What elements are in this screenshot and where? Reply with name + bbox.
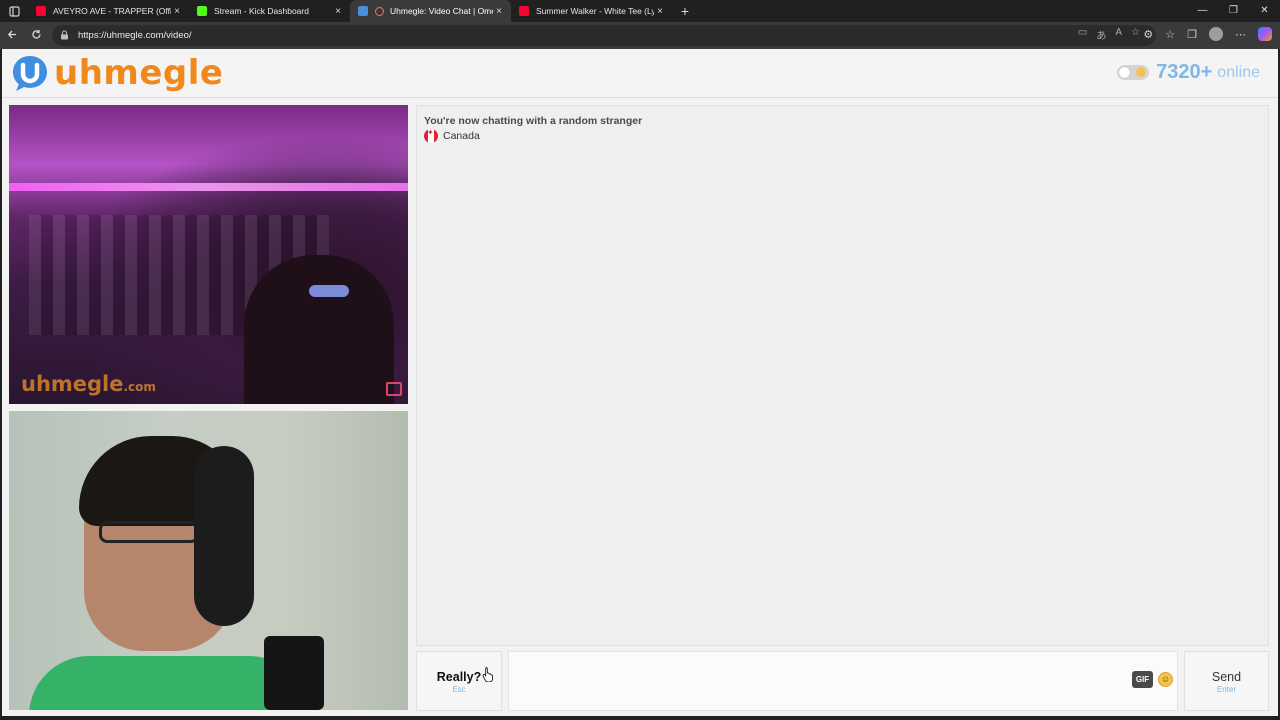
browser-tab-1[interactable]: AVEYRO AVE - TRAPPER (Official M × (28, 0, 189, 22)
youtube-icon (519, 6, 529, 16)
chat-log[interactable]: You're now chatting with a random strang… (416, 105, 1269, 646)
skip-shortcut: Esc (452, 685, 466, 694)
tab-title: AVEYRO AVE - TRAPPER (Official M (53, 6, 171, 16)
online-indicator: 7320+ online (1117, 61, 1260, 84)
emoji-icon[interactable]: ☺ (1158, 672, 1173, 687)
recording-icon (375, 6, 384, 16)
new-tab-button[interactable]: + (672, 3, 698, 19)
close-tab-icon[interactable]: × (654, 6, 666, 17)
favorites-icon[interactable]: ☆ (1165, 28, 1175, 41)
browser-tab-2[interactable]: Stream - Kick Dashboard × (189, 0, 350, 22)
collections-icon[interactable]: ❐ (1187, 28, 1197, 41)
extensions-icon[interactable]: ⚙ (1143, 28, 1153, 41)
send-button[interactable]: Send Enter (1184, 651, 1269, 711)
send-label: Send (1211, 670, 1242, 684)
message-input[interactable]: GIF ☺ (508, 651, 1178, 711)
site-header: uhmegle 7320+ online (2, 49, 1278, 98)
canada-flag-icon (424, 128, 438, 143)
chat-controls: Really? Esc GIF ☺ Send Enter (416, 651, 1269, 711)
site-logo[interactable]: uhmegle (10, 52, 223, 94)
refresh-icon (31, 30, 41, 39)
send-shortcut: Enter (1216, 685, 1237, 694)
uhmegle-logo-icon (13, 56, 47, 91)
uhmegle-page: uhmegle 7320+ online uhmegle.com You're … (2, 49, 1278, 716)
gif-button[interactable]: GIF (1132, 671, 1153, 688)
refresh-button[interactable] (24, 28, 48, 43)
online-label: online (1217, 63, 1260, 81)
copilot-icon[interactable] (1258, 27, 1272, 41)
self-video (9, 411, 408, 710)
logo-wordmark: uhmegle (54, 53, 224, 93)
video-watermark: uhmegle.com (21, 372, 156, 396)
url-field[interactable]: https://uhmegle.com/video/ (52, 25, 1156, 46)
url-action-icons: ▭ あ A ☆ (1078, 27, 1140, 42)
kick-icon (197, 6, 207, 16)
youtube-icon (36, 6, 46, 16)
window-controls: — ❐ ✕ (1187, 0, 1280, 22)
translate-icon[interactable]: あ (1096, 27, 1106, 42)
close-tab-icon[interactable]: × (171, 6, 183, 17)
sun-icon (1136, 67, 1147, 77)
close-tab-icon[interactable]: × (332, 6, 344, 17)
url-text: https://uhmegle.com/video/ (78, 30, 192, 41)
stranger-country: Canada (424, 128, 480, 143)
restore-button[interactable]: ❐ (1218, 0, 1249, 22)
online-count: 7320+ (1156, 61, 1213, 83)
tab-actions-button[interactable] (0, 0, 28, 22)
tab-title: Uhmegle: Video Chat | Omeg (390, 6, 493, 16)
profile-avatar[interactable] (1209, 27, 1223, 41)
more-menu-icon[interactable]: ⋯ (1235, 28, 1246, 41)
favorite-star-icon[interactable]: ☆ (1131, 27, 1140, 42)
site-info-icon[interactable] (60, 29, 70, 42)
minimize-button[interactable]: — (1187, 0, 1218, 22)
stranger-video: uhmegle.com (9, 105, 408, 404)
uhmegle-favicon-icon (358, 6, 368, 16)
country-name: Canada (443, 130, 480, 142)
address-bar-row: https://uhmegle.com/video/ ▭ あ A ☆ ⚙ ☆ ❐… (0, 22, 1280, 49)
browser-tab-bar: AVEYRO AVE - TRAPPER (Official M × Strea… (0, 0, 1280, 22)
toolbar-icons: ⚙ ☆ ❐ ⋯ (1143, 27, 1272, 41)
hand-cursor-icon (482, 667, 493, 682)
tab-actions-icon (8, 5, 20, 17)
chat-status-message: You're now chatting with a random strang… (424, 115, 643, 127)
back-arrow-icon (7, 30, 16, 39)
browser-tab-4[interactable]: Summer Walker - White Tee (Lyric × (511, 0, 672, 22)
back-button[interactable] (0, 28, 24, 43)
camera-permission-icon[interactable]: ▭ (1078, 27, 1087, 42)
tab-title: Stream - Kick Dashboard (214, 6, 309, 16)
close-tab-icon[interactable]: × (493, 6, 505, 17)
theme-toggle[interactable] (1117, 65, 1150, 80)
report-icon[interactable] (386, 382, 402, 396)
close-window-button[interactable]: ✕ (1249, 0, 1280, 22)
browser-tab-3[interactable]: Uhmegle: Video Chat | Omeg × (350, 0, 511, 22)
tab-title: Summer Walker - White Tee (Lyric (536, 6, 654, 16)
read-aloud-icon[interactable]: A (1115, 27, 1122, 42)
